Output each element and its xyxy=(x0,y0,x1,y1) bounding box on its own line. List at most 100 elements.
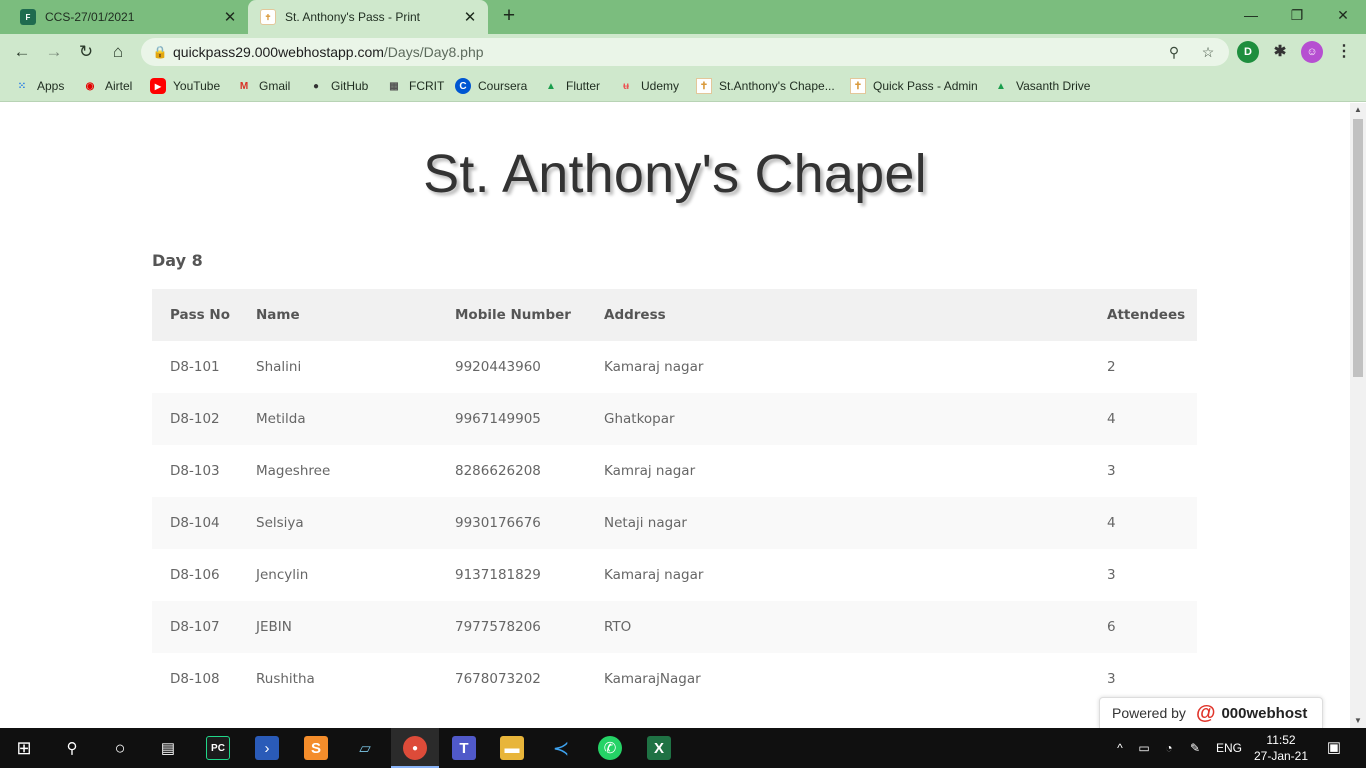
mobile-cell: 9930176676 xyxy=(437,497,586,549)
close-icon[interactable]: ✕ xyxy=(458,8,482,26)
bookmark-quickpass-admin[interactable]: ✝ Quick Pass - Admin xyxy=(850,76,978,96)
name-cell: Selsiya xyxy=(238,497,437,549)
address-cell: Kamraj nagar xyxy=(586,445,1089,497)
tab-ccs[interactable]: F CCS-27/01/2021 ✕ xyxy=(8,0,248,34)
pass-no-cell: D8-102 xyxy=(152,393,238,445)
clock-time: 11:52 xyxy=(1266,733,1296,747)
puzzle-icon[interactable]: ✱ xyxy=(1269,41,1291,63)
address-cell: Kamaraj nagar xyxy=(586,341,1089,393)
star-icon[interactable]: ☆ xyxy=(1197,38,1219,66)
address-cell: Netaji nagar xyxy=(586,497,1089,549)
tab-strip: F CCS-27/01/2021 ✕ ✝ St. Anthony's Pass … xyxy=(0,0,1366,34)
cortana-icon[interactable]: ○ xyxy=(108,736,132,760)
minimize-button[interactable]: — xyxy=(1228,0,1274,30)
scrollbar-thumb[interactable] xyxy=(1353,119,1363,377)
day-heading: Day 8 xyxy=(152,251,203,270)
clock[interactable]: 11:52 27-Jan-21 xyxy=(1250,732,1312,764)
wifi-icon[interactable]: ◔ xyxy=(1158,728,1180,768)
table-row: D8-106 Jencylin 9137181829 Kamaraj nagar 3 xyxy=(152,549,1197,601)
language-indicator[interactable]: ENG xyxy=(1212,728,1246,768)
new-tab-button[interactable]: + xyxy=(497,5,521,29)
pass-no-cell: D8-101 xyxy=(152,341,238,393)
extension-icon[interactable]: D xyxy=(1237,41,1259,63)
notepad-icon[interactable]: ▱ xyxy=(353,736,377,760)
vscode-icon[interactable]: ≺ xyxy=(549,736,573,760)
attendees-cell: 4 xyxy=(1089,393,1197,445)
address-cell: Kamaraj nagar xyxy=(586,549,1089,601)
github-icon: ● xyxy=(312,80,320,92)
address-bar[interactable]: 🔒 quickpass29.000webhostapp.com/Days/Day… xyxy=(141,38,1229,66)
bookmark-udemy[interactable]: ʉ Udemy xyxy=(618,76,679,96)
chapel-icon: ✝ xyxy=(850,78,866,94)
home-icon[interactable]: ⌂ xyxy=(106,40,130,64)
name-cell: Metilda xyxy=(238,393,437,445)
tab-print[interactable]: ✝ St. Anthony's Pass - Print ✕ xyxy=(248,0,488,34)
scroll-up-icon[interactable]: ▲ xyxy=(1350,103,1366,117)
teams-icon[interactable]: T xyxy=(452,736,476,760)
powered-by-brand: 000webhost xyxy=(1221,704,1308,722)
bookmark-github[interactable]: ● GitHub xyxy=(308,76,368,96)
close-icon[interactable]: ✕ xyxy=(218,8,242,26)
task-view-icon[interactable]: ▤ xyxy=(156,736,180,760)
airtel-icon: ◉ xyxy=(85,80,95,92)
whatsapp-icon[interactable]: ✆ xyxy=(598,736,622,760)
table-row: D8-107 JEBIN 7977578206 RTO 6 xyxy=(152,601,1197,653)
restore-button[interactable]: ❐ xyxy=(1274,0,1320,30)
powered-by-label: Powered by xyxy=(1112,705,1186,721)
bookmark-chapel[interactable]: ✝ St.Anthony's Chape... xyxy=(696,76,835,96)
column-header: Attendees xyxy=(1089,289,1197,341)
search-icon[interactable]: ⚲ xyxy=(60,736,84,760)
pycharm-icon[interactable]: PC xyxy=(206,736,230,760)
drive-icon: ▲ xyxy=(996,80,1006,92)
bookmark-airtel[interactable]: ◉ Airtel xyxy=(82,76,133,96)
reload-icon[interactable]: ↻ xyxy=(74,40,98,64)
page-title: St. Anthony's Chapel xyxy=(423,144,927,204)
webhost-logo-icon: @ xyxy=(1195,701,1216,724)
tray-chevron-icon[interactable]: ^ xyxy=(1110,728,1130,768)
battery-icon[interactable]: ▭ xyxy=(1133,728,1155,768)
bookmark-apps[interactable]: ⁙ Apps xyxy=(14,76,65,96)
clock-date: 27-Jan-21 xyxy=(1253,749,1309,763)
pen-icon[interactable]: ✎ xyxy=(1184,728,1206,768)
chapel-icon: ✝ xyxy=(696,78,712,94)
chrome-icon[interactable]: ● xyxy=(403,736,427,760)
windows-start-icon[interactable]: ⊞ xyxy=(12,736,36,760)
lock-icon[interactable]: 🔒 xyxy=(147,45,173,59)
bookmark-fcrit[interactable]: ▦ FCRIT xyxy=(386,76,444,96)
bookmark-coursera[interactable]: C Coursera xyxy=(455,76,527,96)
avatar[interactable]: ☺ xyxy=(1301,41,1323,63)
file-explorer-icon[interactable]: ▬ xyxy=(500,736,524,760)
close-window-button[interactable]: ✕ xyxy=(1320,0,1366,30)
column-header: Address xyxy=(586,289,1089,341)
url-text[interactable]: quickpass29.000webhostapp.com/Days/Day8.… xyxy=(173,44,484,60)
bookmarks-bar: ⁙ Apps ◉ Airtel ▶ YouTube M Gmail ● GitHub ▦ F… xyxy=(0,70,1366,102)
page-scrollbar[interactable]: ▲ ▼ xyxy=(1350,103,1366,728)
pass-no-cell: D8-106 xyxy=(152,549,238,601)
scroll-down-icon[interactable]: ▼ xyxy=(1350,714,1366,728)
bookmark-vasanth-drive[interactable]: ▲ Vasanth Drive xyxy=(993,76,1090,96)
attendees-cell: 2 xyxy=(1089,341,1197,393)
powered-by-badge[interactable]: Powered by @ 000webhost xyxy=(1099,697,1323,728)
powershell-icon[interactable]: › xyxy=(255,736,279,760)
zoom-icon[interactable]: ⚲ xyxy=(1163,38,1185,66)
table-row: D8-102 Metilda 9967149905 Ghatkopar 4 xyxy=(152,393,1197,445)
excel-icon[interactable]: X xyxy=(647,736,671,760)
table-header-row: Pass No Name Mobile Number Address Atten… xyxy=(152,289,1197,341)
fcrit-icon: ▦ xyxy=(389,80,399,92)
back-icon[interactable]: ← xyxy=(10,40,34,64)
bookmark-flutter[interactable]: ▲ Flutter xyxy=(543,76,600,96)
youtube-icon: ▶ xyxy=(150,78,166,94)
notification-icon[interactable]: ▣ xyxy=(1320,728,1348,768)
udemy-icon: ʉ xyxy=(622,80,630,92)
chapel-icon: ✝ xyxy=(260,9,276,25)
bookmark-gmail[interactable]: M Gmail xyxy=(236,76,291,96)
sublime-icon[interactable]: S xyxy=(304,736,328,760)
menu-icon[interactable]: ⋮ xyxy=(1333,41,1355,63)
bookmark-youtube[interactable]: ▶ YouTube xyxy=(150,76,220,96)
mobile-cell: 9967149905 xyxy=(437,393,586,445)
forward-icon[interactable]: → xyxy=(42,40,66,64)
attendees-cell: 3 xyxy=(1089,549,1197,601)
pass-no-cell: D8-104 xyxy=(152,497,238,549)
windows-taskbar: ⊞ ⚲ ○ ▤ PC › S ▱ ● T ▬ ≺ ✆ X ^ ▭ ◔ ✎ ENG… xyxy=(0,728,1366,768)
table-row: D8-104 Selsiya 9930176676 Netaji nagar 4 xyxy=(152,497,1197,549)
